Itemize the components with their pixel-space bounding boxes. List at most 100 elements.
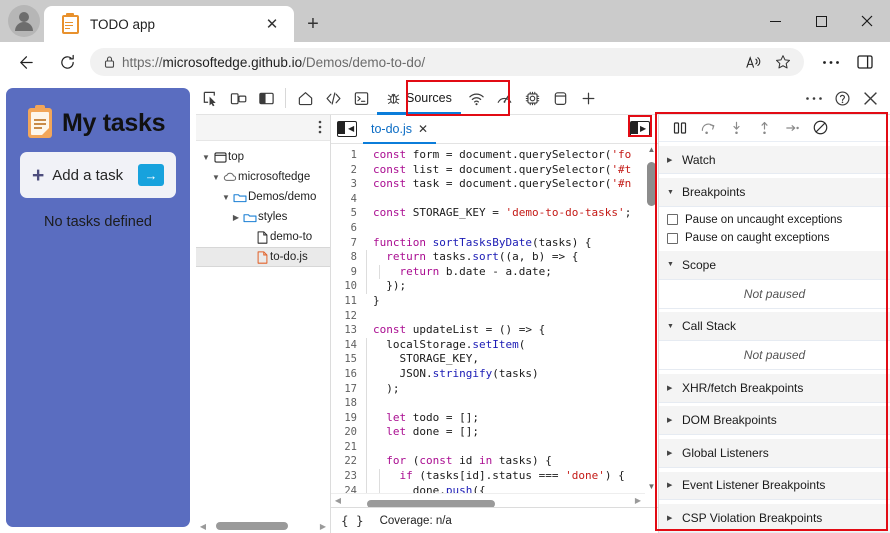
line-number[interactable]: 14 <box>331 338 365 353</box>
code-text[interactable]: JSON.stringify(tasks) <box>365 366 539 382</box>
submit-task-button[interactable]: → <box>138 164 164 186</box>
devtools-ellipsis-icon[interactable] <box>800 84 828 112</box>
tab-memory[interactable] <box>519 84 547 112</box>
pause-caught-row[interactable]: Pause on caught exceptions <box>659 229 890 248</box>
close-icon[interactable]: ✕ <box>418 122 428 136</box>
scroll-thumb[interactable] <box>367 499 495 507</box>
scroll-right-icon[interactable]: ▶ <box>316 522 330 531</box>
chevron-down-icon[interactable]: ▼ <box>667 323 675 330</box>
line-number[interactable]: 17 <box>331 382 365 397</box>
step-over-icon[interactable] <box>695 116 721 140</box>
line-number[interactable]: 2 <box>331 163 365 178</box>
code-vertical-scrollbar[interactable]: ▲ ▼ <box>645 144 658 493</box>
chevron-down-icon[interactable]: ▼ <box>667 261 675 268</box>
scroll-track[interactable] <box>210 522 316 530</box>
devtools-close-icon[interactable] <box>856 84 884 112</box>
line-number[interactable]: 19 <box>331 411 365 426</box>
section-xhr-fetch-breakpoints[interactable]: ▶ XHR/fetch Breakpoints <box>659 373 890 403</box>
tree-item-demos[interactable]: ▼ Demos/demo <box>196 187 330 207</box>
code-text[interactable]: function sortTasksByDate(tasks) { <box>365 236 592 251</box>
chevron-right-icon[interactable]: ▶ <box>667 481 675 489</box>
code-text[interactable] <box>365 396 373 411</box>
close-window-button[interactable] <box>844 0 890 42</box>
pause-uncaught-checkbox[interactable] <box>667 214 678 226</box>
chevron-right-icon[interactable]: ▶ <box>667 156 675 164</box>
tab-console[interactable] <box>347 84 375 112</box>
code-text[interactable]: const form = document.querySelector('fo <box>365 148 631 163</box>
chevron-right-icon[interactable]: ▶ <box>667 449 675 457</box>
new-tab-button[interactable]: + <box>300 11 326 37</box>
line-number[interactable]: 11 <box>331 294 365 309</box>
code-text[interactable]: if (tasks[id].status === 'done') { <box>365 469 625 484</box>
browser-tab[interactable]: TODO app ✕ <box>44 6 294 42</box>
navigator-horizontal-scrollbar[interactable]: ◀ ▶ <box>196 519 330 533</box>
reload-icon[interactable] <box>50 45 84 79</box>
scroll-left-icon[interactable]: ◀ <box>331 496 345 505</box>
tree-item-styles[interactable]: ▶ styles <box>196 207 330 227</box>
code-text[interactable] <box>365 439 373 455</box>
line-number[interactable]: 16 <box>331 367 365 382</box>
chevron-right-icon[interactable]: ▶ <box>667 514 675 522</box>
chevron-down-icon[interactable]: ▼ <box>667 189 675 196</box>
code-text[interactable]: } <box>365 294 380 309</box>
code-text[interactable]: let done = []; <box>365 425 479 440</box>
code-horizontal-scrollbar[interactable]: ◀ ▶ <box>331 493 645 507</box>
tab-welcome[interactable] <box>291 84 319 112</box>
show-debugger-button[interactable]: ▶ <box>630 121 650 137</box>
read-aloud-icon[interactable] <box>738 49 768 75</box>
scroll-down-icon[interactable]: ▼ <box>648 481 656 493</box>
line-number[interactable]: 12 <box>331 309 365 324</box>
help-icon[interactable] <box>828 84 856 112</box>
tree-item-to-do-js[interactable]: to-do.js <box>196 247 330 267</box>
close-icon[interactable]: ✕ <box>260 12 284 36</box>
chevron-down-icon[interactable]: ▼ <box>220 193 232 202</box>
code-text[interactable]: let todo = []; <box>365 410 479 426</box>
section-breakpoints[interactable]: ▼ Breakpoints <box>659 178 890 208</box>
section-dom-breakpoints[interactable]: ▶ DOM Breakpoints <box>659 406 890 436</box>
no-breakpoints-icon[interactable] <box>807 116 833 140</box>
scroll-track[interactable] <box>645 156 658 481</box>
tab-performance[interactable] <box>491 84 519 112</box>
line-number[interactable]: 22 <box>331 454 365 469</box>
tab-sources[interactable]: Sources <box>377 84 461 115</box>
line-number[interactable]: 6 <box>331 221 365 236</box>
code-text[interactable]: return tasks.sort((a, b) => { <box>365 250 578 265</box>
minimize-button[interactable] <box>752 0 798 42</box>
inspect-icon[interactable] <box>196 84 224 112</box>
section-watch[interactable]: ▶ Watch <box>659 145 890 175</box>
code-text[interactable]: for (const id in tasks) { <box>365 454 552 470</box>
code-text[interactable] <box>365 309 373 324</box>
scroll-thumb[interactable] <box>647 162 656 206</box>
line-number[interactable]: 8 <box>331 250 365 265</box>
code-text[interactable]: ); <box>365 381 400 397</box>
profile-avatar[interactable] <box>8 5 40 37</box>
code-viewport[interactable]: 1 const form = document.querySelector('fo… <box>331 144 658 507</box>
code-text[interactable]: const updateList = () => { <box>365 323 545 338</box>
line-number[interactable]: 7 <box>331 236 365 251</box>
code-text[interactable]: const list = document.querySelector('#t <box>365 163 631 178</box>
tab-elements[interactable] <box>319 84 347 112</box>
code-text[interactable]: const task = document.querySelector('#n <box>365 177 631 192</box>
back-arrow-icon[interactable] <box>8 45 42 79</box>
line-number[interactable]: 3 <box>331 177 365 192</box>
step-into-icon[interactable] <box>723 116 749 140</box>
split-screen-icon[interactable] <box>848 45 882 79</box>
line-number[interactable]: 18 <box>331 396 365 411</box>
tab-application[interactable] <box>547 84 575 112</box>
step-out-icon[interactable] <box>751 116 777 140</box>
chevron-right-icon[interactable]: ▶ <box>667 384 675 392</box>
tree-item-microsoftedge[interactable]: ▼ microsoftedge <box>196 167 330 187</box>
chevron-down-icon[interactable]: ▼ <box>210 173 222 182</box>
line-number[interactable]: 4 <box>331 192 365 207</box>
line-number[interactable]: 23 <box>331 469 365 484</box>
line-number[interactable]: 1 <box>331 148 365 163</box>
section-global-listeners[interactable]: ▶ Global Listeners <box>659 438 890 468</box>
step-icon[interactable] <box>779 116 805 140</box>
scroll-up-icon[interactable]: ▲ <box>648 144 656 156</box>
dock-side-icon[interactable] <box>252 84 280 112</box>
device-emulation-icon[interactable] <box>224 84 252 112</box>
section-csp-violation-breakpoints[interactable]: ▶ CSP Violation Breakpoints <box>659 504 890 533</box>
pause-uncaught-row[interactable]: Pause on uncaught exceptions <box>659 210 890 230</box>
line-number[interactable]: 15 <box>331 352 365 367</box>
scroll-thumb[interactable] <box>216 522 288 530</box>
